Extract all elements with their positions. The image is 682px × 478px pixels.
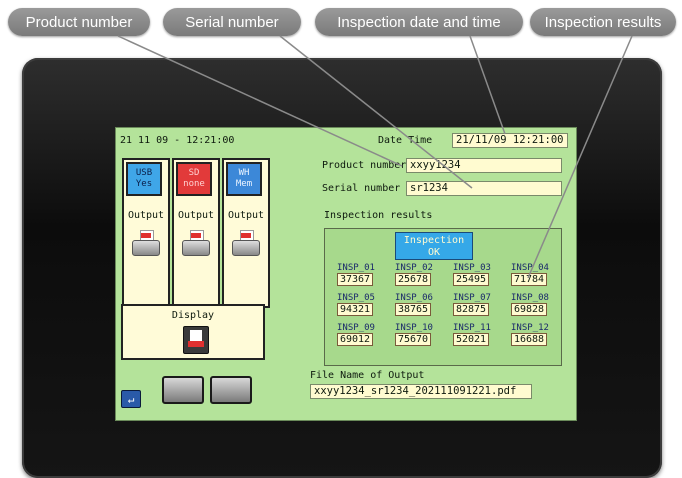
inspection-value: 16688 xyxy=(511,333,547,346)
inspection-value: 75670 xyxy=(395,333,431,346)
inspection-results-panel: Inspection OK INSP_01 37367 INSP_02 25678 INS… xyxy=(324,228,562,366)
inspection-name: INSP_05 xyxy=(337,293,375,303)
inspection-cell: INSP_02 25678 xyxy=(395,263,433,286)
callout-serial-text: Serial number xyxy=(185,13,279,31)
inspection-value: 38765 xyxy=(395,303,431,316)
output-label: Output xyxy=(177,210,215,221)
sd-output-button[interactable] xyxy=(182,230,210,256)
file-name-label: File Name of Output xyxy=(310,370,425,381)
inspection-cell: INSP_09 69012 xyxy=(337,323,375,346)
hmi-screen: 21 11 09 - 12:21:00 Date Time 21/11/09 1… xyxy=(115,127,577,421)
wh-status-button[interactable]: WH Mem xyxy=(226,162,262,196)
function-button-1[interactable] xyxy=(162,376,204,404)
callout-product-text: Product number xyxy=(25,13,133,31)
callout-results-text: Inspection results xyxy=(544,13,662,31)
sd-tab-label: SD xyxy=(188,168,200,178)
inspection-name: INSP_09 xyxy=(337,323,375,333)
date-time-field: 21/11/09 12:21:00 xyxy=(452,133,568,148)
inspection-value: 25678 xyxy=(395,273,431,286)
sd-tab-state: none xyxy=(183,179,205,189)
product-number-label: Product number xyxy=(322,160,407,171)
inspection-name: INSP_08 xyxy=(511,293,549,303)
pdf-display-button[interactable] xyxy=(183,326,209,354)
back-button[interactable]: ↵ xyxy=(121,390,141,408)
screen-clock: 21 11 09 - 12:21:00 xyxy=(120,135,235,146)
output-label: Output xyxy=(127,210,165,221)
inspection-cell: INSP_07 82875 xyxy=(453,293,491,316)
inspection-name: INSP_02 xyxy=(395,263,433,273)
inspection-cell: INSP_01 37367 xyxy=(337,263,375,286)
inspection-value: 71784 xyxy=(511,273,547,286)
inspection-name: INSP_06 xyxy=(395,293,433,303)
inspection-cell: INSP_03 25495 xyxy=(453,263,491,286)
status-line-2: OK xyxy=(427,247,441,258)
inspection-name: INSP_10 xyxy=(395,323,433,333)
inspection-cell: INSP_06 38765 xyxy=(395,293,433,316)
inspection-value: 94321 xyxy=(337,303,373,316)
inspection-cell: INSP_11 52021 xyxy=(453,323,491,346)
product-number-field: xxyy1234 xyxy=(406,158,562,173)
callout-inspection-datetime: Inspection date and time xyxy=(315,8,523,36)
wh-tab-state: Mem xyxy=(235,179,253,189)
wh-tab-label: WH xyxy=(238,168,250,178)
inspection-name: INSP_03 xyxy=(453,263,491,273)
inspection-status-indicator: Inspection OK xyxy=(395,232,473,260)
inspection-name: INSP_11 xyxy=(453,323,491,333)
inspection-value: 52021 xyxy=(453,333,489,346)
return-arrow-icon: ↵ xyxy=(127,392,135,406)
wh-output-panel: WH Mem Output xyxy=(222,158,270,308)
file-name-field: xxyy1234_sr1234_202111091221.pdf xyxy=(310,384,532,399)
inspection-name: INSP_01 xyxy=(337,263,375,273)
inspection-value: 37367 xyxy=(337,273,373,286)
function-button-2[interactable] xyxy=(210,376,252,404)
callout-serial-number: Serial number xyxy=(163,8,301,36)
inspection-cell: INSP_08 69828 xyxy=(511,293,549,316)
usb-output-button[interactable] xyxy=(132,230,160,256)
output-label: Output xyxy=(227,210,265,221)
usb-output-panel: USB Yes Output xyxy=(122,158,170,308)
inspection-name: INSP_04 xyxy=(511,263,549,273)
inspection-cell: INSP_10 75670 xyxy=(395,323,433,346)
callout-datetime-text: Inspection date and time xyxy=(337,13,501,31)
status-line-1: Inspection xyxy=(403,235,465,246)
inspection-results-label: Inspection results xyxy=(324,210,433,221)
inspection-cell: INSP_12 16688 xyxy=(511,323,549,346)
display-label: Display xyxy=(171,310,215,321)
serial-number-label: Serial number xyxy=(322,183,401,194)
inspection-value: 82875 xyxy=(453,303,489,316)
inspection-value: 69012 xyxy=(337,333,373,346)
inspection-value: 25495 xyxy=(453,273,489,286)
serial-number-field: sr1234 xyxy=(406,181,562,196)
usb-status-button[interactable]: USB Yes xyxy=(126,162,162,196)
wh-output-button[interactable] xyxy=(232,230,260,256)
callout-inspection-results: Inspection results xyxy=(530,8,676,36)
display-panel: Display xyxy=(121,304,265,360)
sd-status-button[interactable]: SD none xyxy=(176,162,212,196)
date-time-label: Date Time xyxy=(378,135,433,146)
inspection-value: 69828 xyxy=(511,303,547,316)
inspection-cell: INSP_04 71784 xyxy=(511,263,549,286)
inspection-cell: INSP_05 94321 xyxy=(337,293,375,316)
inspection-name: INSP_12 xyxy=(511,323,549,333)
sd-output-panel: SD none Output xyxy=(172,158,220,308)
callout-product-number: Product number xyxy=(8,8,150,36)
usb-tab-label: USB xyxy=(135,168,153,178)
inspection-name: INSP_07 xyxy=(453,293,491,303)
usb-tab-state: Yes xyxy=(135,179,153,189)
